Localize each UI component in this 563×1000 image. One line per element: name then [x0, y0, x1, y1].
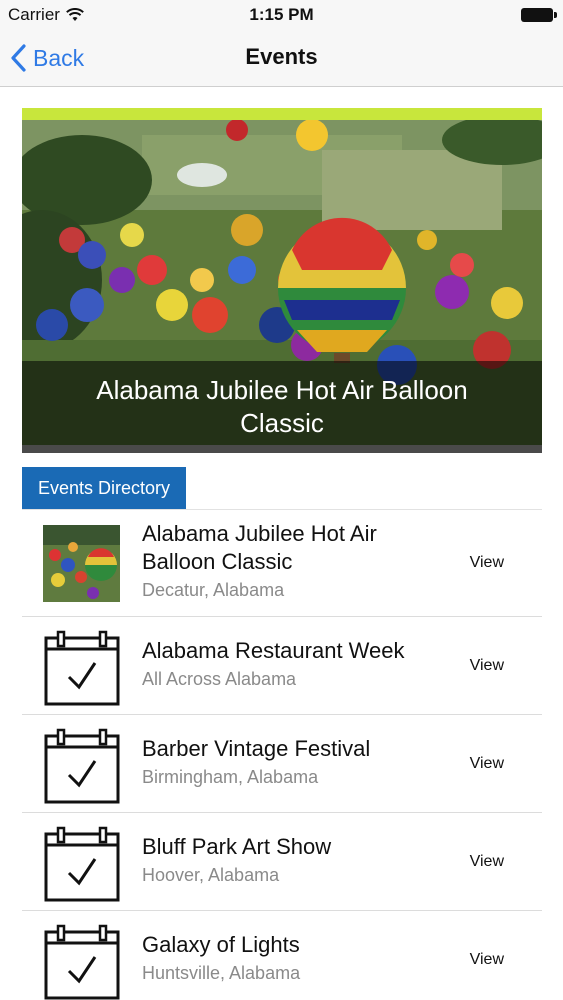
- event-location: Birmingham, Alabama: [142, 767, 319, 787]
- calendar-check-icon: [44, 826, 120, 902]
- calendar-check-icon: [44, 728, 120, 804]
- view-button[interactable]: View: [470, 554, 504, 572]
- banner-accent-bar: [22, 108, 542, 120]
- banner-bottom-strip: [22, 445, 542, 453]
- event-title: Alabama Restaurant Week: [142, 638, 405, 663]
- battery-icon: [521, 8, 557, 22]
- balloon-photo-thumbnail: [43, 525, 120, 602]
- list-item-text: Alabama Restaurant Week All Across Alaba…: [142, 637, 442, 691]
- events-directory-label: Events Directory: [37, 477, 171, 498]
- list-item[interactable]: Alabama Jubilee Hot Air Balloon Classic …: [22, 510, 542, 617]
- view-button[interactable]: View: [470, 657, 504, 675]
- list-item[interactable]: Alabama Restaurant Week All Across Alaba…: [22, 617, 542, 715]
- featured-event-banner[interactable]: Alabama Jubilee Hot Air Balloon Classic: [22, 108, 542, 453]
- event-location: Huntsville, Alabama: [142, 963, 301, 983]
- event-location: Decatur, Alabama: [142, 580, 285, 600]
- event-title: Galaxy of Lights: [142, 932, 300, 957]
- status-bar: Carrier 1:15 PM: [0, 0, 563, 30]
- event-title: Barber Vintage Festival: [142, 736, 371, 761]
- event-location: Hoover, Alabama: [142, 865, 280, 885]
- list-item-text: Galaxy of Lights Huntsville, Alabama: [142, 931, 442, 985]
- page-title: Events: [245, 44, 318, 69]
- list-item-text: Barber Vintage Festival Birmingham, Alab…: [142, 735, 442, 789]
- view-button[interactable]: View: [470, 755, 504, 773]
- event-title: Alabama Jubilee Hot Air Balloon Classic: [142, 521, 377, 574]
- view-button[interactable]: View: [470, 951, 504, 969]
- events-directory-tab[interactable]: Events Directory: [22, 467, 186, 509]
- calendar-check-icon: [44, 630, 120, 706]
- navigation-bar: Back Events: [0, 30, 563, 87]
- list-item-text: Alabama Jubilee Hot Air Balloon Classic …: [142, 520, 442, 602]
- view-button[interactable]: View: [470, 853, 504, 871]
- list-item-text: Bluff Park Art Show Hoover, Alabama: [142, 833, 442, 887]
- list-item[interactable]: Galaxy of Lights Huntsville, Alabama Vie…: [22, 911, 542, 1000]
- banner-caption: Alabama Jubilee Hot Air Balloon Classic: [22, 361, 542, 453]
- status-time: 1:15 PM: [249, 5, 314, 24]
- list-item[interactable]: Bluff Park Art Show Hoover, Alabama View: [22, 813, 542, 911]
- event-title: Bluff Park Art Show: [142, 834, 332, 859]
- event-location: All Across Alabama: [142, 669, 297, 689]
- calendar-check-icon: [44, 924, 120, 1000]
- banner-event-title: Alabama Jubilee Hot Air Balloon Classic: [96, 375, 468, 438]
- list-item[interactable]: Barber Vintage Festival Birmingham, Alab…: [22, 715, 542, 813]
- events-list: Alabama Jubilee Hot Air Balloon Classic …: [22, 510, 542, 1000]
